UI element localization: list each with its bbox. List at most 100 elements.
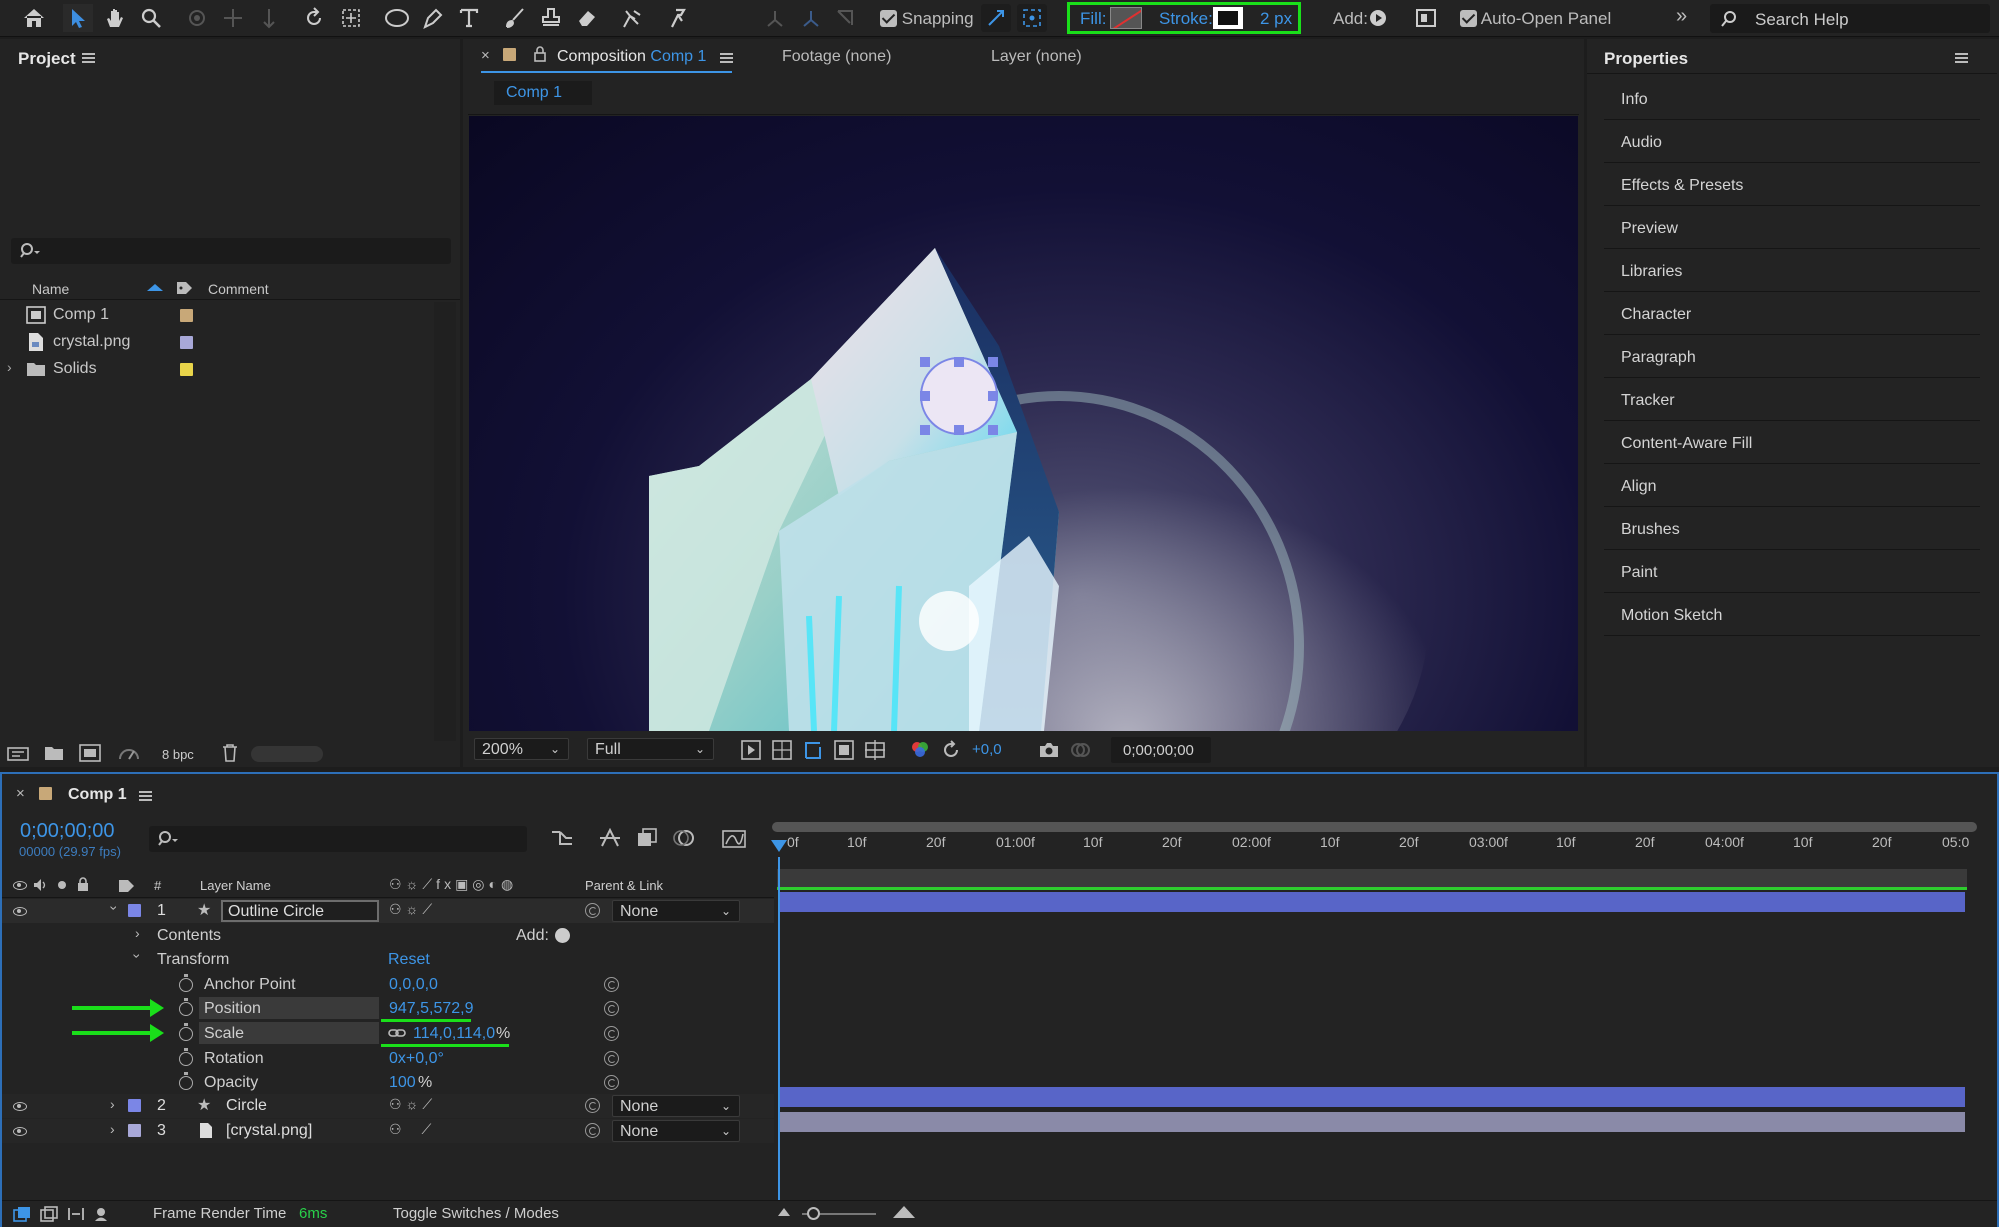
zoom-dropdown[interactable]: 200% ⌄	[474, 738, 569, 760]
interpret-footage-icon[interactable]	[7, 746, 29, 762]
stopwatch-icon[interactable]	[179, 1072, 193, 1090]
pickwhip-icon[interactable]	[604, 1075, 619, 1090]
layer-name[interactable]: [crystal.png]	[226, 1122, 312, 1140]
chevron-down-icon[interactable]: ›	[106, 906, 122, 911]
pickwhip-icon[interactable]	[585, 1123, 600, 1138]
hand-tool-icon[interactable]	[100, 4, 130, 32]
motion-blur-icon[interactable]	[673, 828, 695, 848]
selection-tool-icon[interactable]	[63, 4, 93, 32]
pickwhip-icon[interactable]	[604, 1026, 619, 1041]
tab-layer[interactable]: Layer (none)	[991, 48, 1082, 66]
axis-view-icon[interactable]	[830, 4, 860, 32]
timeline-menu-icon[interactable]	[139, 791, 152, 801]
stroke-swatch[interactable]	[1213, 7, 1243, 29]
panel-item-effects-presets[interactable]: Effects & Presets	[1604, 164, 1980, 206]
time-ruler[interactable]: 0f 10f 20f 01:00f 10f 20f 02:00f 10f 20f…	[777, 834, 1972, 858]
chevron-right-icon[interactable]: ›	[135, 925, 140, 941]
project-menu-icon[interactable]	[82, 53, 95, 63]
snapshot-camera-icon[interactable]	[1038, 741, 1060, 759]
property-opacity[interactable]: Opacity 100 %	[2, 1070, 774, 1094]
pan-behind-tool-icon[interactable]	[336, 4, 366, 32]
stopwatch-icon[interactable]	[179, 974, 193, 992]
stopwatch-icon[interactable]	[179, 998, 193, 1016]
viewer-timecode[interactable]: 0;00;00;00	[1111, 737, 1211, 763]
layer-switches[interactable]: ⚇☼⟋	[389, 1096, 436, 1113]
panel-item-brushes[interactable]: Brushes	[1604, 508, 1980, 550]
layer-bar-2[interactable]	[780, 1087, 1965, 1107]
frame-blending-icon[interactable]	[636, 828, 658, 848]
comp-breadcrumb[interactable]: Comp 1	[494, 81, 592, 105]
layer-bar-3[interactable]	[780, 1112, 1965, 1132]
lock-icon[interactable]	[533, 46, 547, 62]
chevron-right-icon[interactable]: ›	[110, 1096, 115, 1112]
chevron-right-icon[interactable]: ›	[7, 359, 12, 375]
pen-tool-icon[interactable]	[418, 4, 448, 32]
resolution-dropdown[interactable]: Full ⌄	[587, 738, 714, 760]
add-button-icon[interactable]	[555, 928, 570, 943]
fast-previews-icon[interactable]	[741, 740, 761, 760]
bit-depth-button[interactable]: 8 bpc	[162, 747, 194, 762]
panel-item-info[interactable]: Info	[1604, 78, 1980, 120]
zoom-out-icon[interactable]	[778, 1208, 790, 1216]
pickwhip-icon[interactable]	[585, 1098, 600, 1113]
layer-name-field[interactable]: Outline Circle	[221, 900, 379, 922]
layer-row-2[interactable]: › 2 ★ Circle ⚇☼⟋ None ⌄	[2, 1094, 774, 1118]
panel-item-align[interactable]: Align	[1604, 465, 1980, 507]
audio-icon[interactable]	[33, 878, 47, 892]
pan-camera-icon[interactable]	[218, 4, 248, 32]
region-of-interest-icon[interactable]	[834, 740, 854, 760]
stroke-width-value[interactable]: 2 px	[1260, 9, 1292, 29]
stroke-label[interactable]: Stroke:	[1159, 9, 1213, 29]
project-item-crystal[interactable]: crystal.png	[0, 329, 460, 355]
show-snapshot-icon[interactable]	[1070, 741, 1090, 759]
column-name-header[interactable]: Name	[32, 281, 69, 297]
draft-3d-icon[interactable]	[598, 828, 622, 848]
close-tab-icon[interactable]: ×	[481, 47, 490, 64]
constrain-proportions-link-icon[interactable]	[388, 1027, 406, 1039]
time-navigator[interactable]	[777, 869, 1967, 889]
layer-bar-1[interactable]	[780, 892, 1965, 912]
transparency-grid-icon[interactable]	[772, 740, 792, 760]
brush-tool-icon[interactable]	[500, 4, 530, 32]
panel-item-paint[interactable]: Paint	[1604, 551, 1980, 593]
sort-asc-icon[interactable]	[147, 284, 163, 291]
pickwhip-icon[interactable]	[604, 1001, 619, 1016]
chevron-down-icon[interactable]: ›	[129, 954, 145, 959]
stopwatch-icon[interactable]	[179, 1023, 193, 1041]
work-area-bar[interactable]	[772, 822, 1977, 832]
property-position[interactable]: Position 947,5,572,9	[2, 996, 774, 1022]
render-time-icon[interactable]	[94, 1206, 114, 1222]
home-icon[interactable]	[19, 4, 49, 32]
layer-row-3[interactable]: › 3 [crystal.png] ⚇⟋ None ⌄	[2, 1119, 774, 1143]
label-color-chip[interactable]	[180, 336, 193, 349]
eraser-tool-icon[interactable]	[572, 4, 602, 32]
fill-label[interactable]: Fill:	[1080, 9, 1106, 29]
property-scale[interactable]: Scale 114,0,114,0 %	[2, 1021, 774, 1047]
more-chevrons-icon[interactable]: »	[1676, 5, 1687, 28]
pickwhip-icon[interactable]	[604, 977, 619, 992]
snapping-toggle[interactable]: Snapping	[880, 9, 974, 29]
zoom-slider-handle[interactable]	[807, 1207, 820, 1220]
parent-dropdown[interactable]: None ⌄	[612, 1120, 740, 1142]
transform-group-row[interactable]: › Transform Reset	[2, 948, 774, 972]
graph-editor-icon[interactable]	[722, 828, 746, 848]
tab-footage[interactable]: Footage (none)	[782, 48, 891, 66]
new-folder-icon[interactable]	[44, 745, 64, 761]
close-tab-icon[interactable]: ×	[16, 785, 25, 802]
panel-item-motion-sketch[interactable]: Motion Sketch	[1604, 594, 1980, 636]
parent-dropdown[interactable]: None ⌄	[612, 900, 740, 922]
property-rotation[interactable]: Rotation 0x+0,0°	[2, 1046, 774, 1070]
toggle-switches-modes-button[interactable]: Toggle Switches / Modes	[393, 1205, 559, 1222]
orbit-camera-icon[interactable]	[182, 4, 212, 32]
timeline-timecode[interactable]: 0;00;00;00	[20, 820, 115, 843]
properties-menu-icon[interactable]	[1955, 53, 1968, 63]
panel-item-libraries[interactable]: Libraries	[1604, 250, 1980, 292]
snap-features-icon[interactable]	[1017, 4, 1047, 32]
type-tool-icon[interactable]	[454, 4, 484, 32]
column-layer-name-header[interactable]: Layer Name	[200, 878, 271, 893]
auto-open-checkbox[interactable]	[1460, 10, 1477, 27]
search-help-field[interactable]: Search Help	[1710, 4, 1990, 33]
panel-item-content-aware-fill[interactable]: Content-Aware Fill	[1604, 422, 1980, 464]
channel-rgb-icon[interactable]	[910, 740, 930, 760]
puppet-tool-icon[interactable]	[662, 4, 692, 32]
